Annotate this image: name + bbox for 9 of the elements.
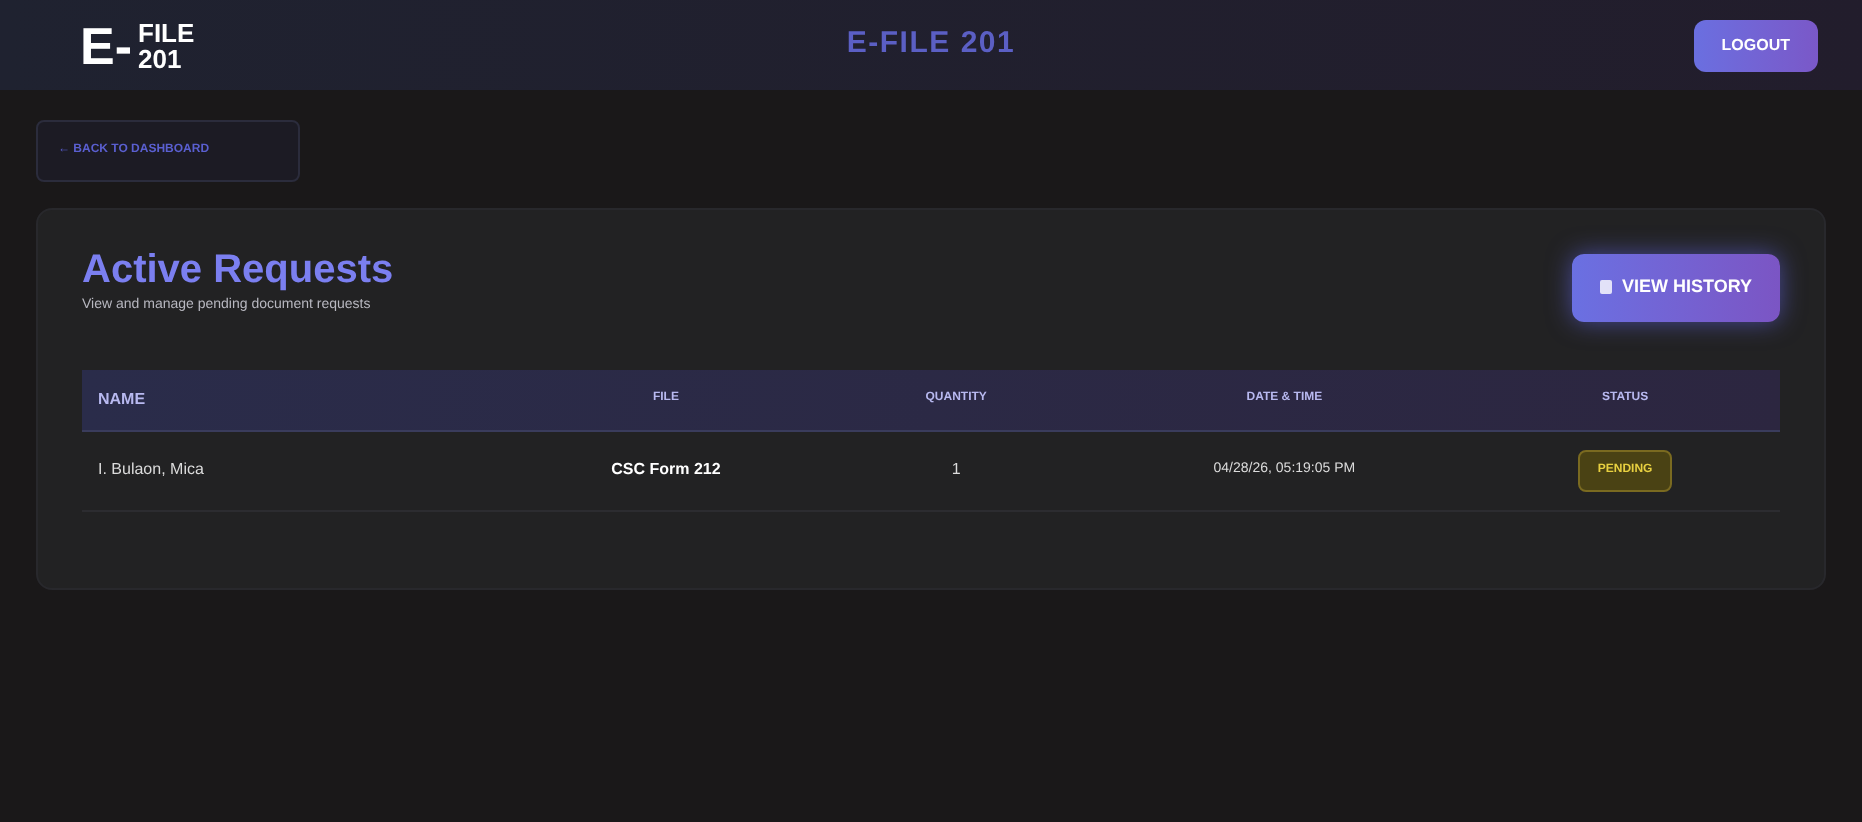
app-title: E-FILE 201 (846, 24, 1016, 65)
table-cell-text: I. Bulaon, Mica (98, 458, 206, 482)
page-title: Active Requests (82, 246, 394, 296)
table-cell-text: 1 (949, 458, 963, 482)
column-header: NAME (98, 387, 148, 411)
document-icon (1599, 280, 1612, 295)
history-button[interactable]: VIEW HISTORY (1571, 254, 1780, 321)
logout-button[interactable]: LOGOUT (1693, 19, 1818, 71)
table-cell-text: CSC Form 212 (609, 458, 723, 482)
